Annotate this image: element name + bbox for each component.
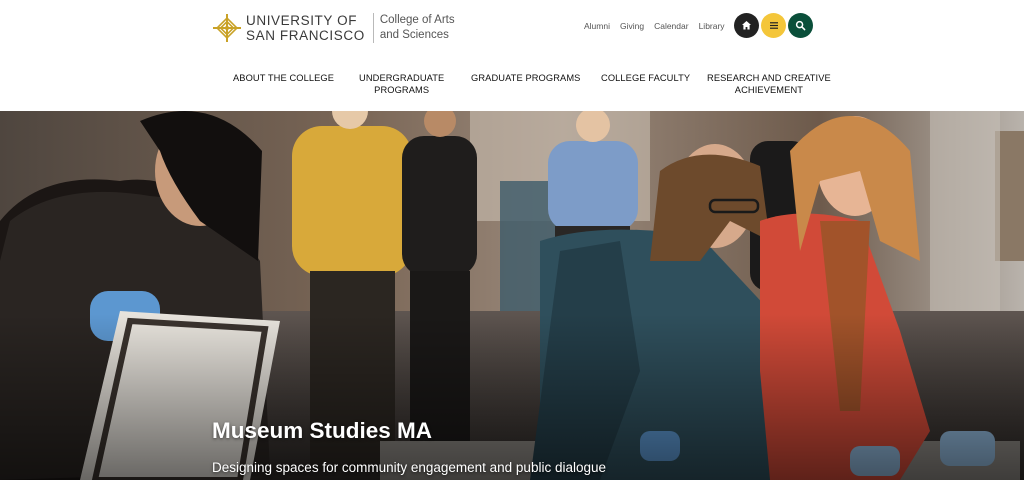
college-name-line1: College of Arts — [379, 14, 455, 26]
hero-banner: Museum Studies MA Designing spaces for c… — [0, 111, 1024, 480]
nav-label: UNDERGRADUATE — [359, 73, 445, 83]
home-button[interactable] — [734, 13, 759, 38]
nav-label: ABOUT THE COLLEGE — [233, 73, 335, 83]
university-name: UNIVERSITY OF SAN FRANCISCO — [246, 13, 365, 43]
university-seal-icon — [212, 13, 242, 43]
nav-label: RESEARCH AND CREATIVE — [707, 73, 831, 83]
utility-link-alumni[interactable]: Alumni — [584, 21, 610, 31]
utility-link-giving[interactable]: Giving — [620, 21, 644, 31]
college-name-line2: and Sciences — [379, 29, 449, 41]
utility-link-library[interactable]: Library — [699, 21, 725, 31]
nav-label-line2: ACHIEVEMENT — [734, 85, 804, 95]
college-name: College of Arts and Sciences — [380, 13, 455, 43]
main-nav: ABOUT THE COLLEGE UNDERGRADUATE PROGRAMS… — [0, 72, 1024, 102]
site-header: UNIVERSITY OF SAN FRANCISCO College of A… — [0, 0, 1024, 111]
nav-about-the-college[interactable]: ABOUT THE COLLEGE — [233, 72, 334, 84]
hero-subtitle: Designing spaces for community engagemen… — [212, 460, 606, 475]
brand-divider — [372, 13, 374, 43]
nav-college-faculty[interactable]: COLLEGE FACULTY — [601, 72, 690, 84]
hero-photo — [0, 111, 1024, 480]
utility-link-calendar[interactable]: Calendar — [654, 21, 689, 31]
menu-icon — [769, 22, 778, 29]
nav-research-and-creative-achievement[interactable]: RESEARCH AND CREATIVE ACHIEVEMENT — [707, 72, 831, 96]
university-name-line1: UNIVERSITY OF — [246, 13, 358, 28]
search-icon — [795, 20, 806, 31]
search-button[interactable] — [788, 13, 813, 38]
university-logo-link[interactable]: UNIVERSITY OF SAN FRANCISCO College of A… — [212, 12, 455, 44]
nav-label: GRADUATE PROGRAMS — [471, 73, 581, 83]
nav-label: COLLEGE FACULTY — [601, 73, 691, 83]
hero-title: Museum Studies MA — [212, 418, 433, 443]
nav-undergraduate-programs[interactable]: UNDERGRADUATE PROGRAMS — [359, 72, 444, 96]
utility-nav: Alumni Giving Calendar Library — [584, 21, 725, 31]
menu-button[interactable] — [761, 13, 786, 38]
nav-label-line2: PROGRAMS — [374, 85, 430, 95]
home-icon — [742, 21, 751, 30]
university-name-line2: SAN FRANCISCO — [246, 28, 365, 43]
nav-graduate-programs[interactable]: GRADUATE PROGRAMS — [471, 72, 581, 84]
